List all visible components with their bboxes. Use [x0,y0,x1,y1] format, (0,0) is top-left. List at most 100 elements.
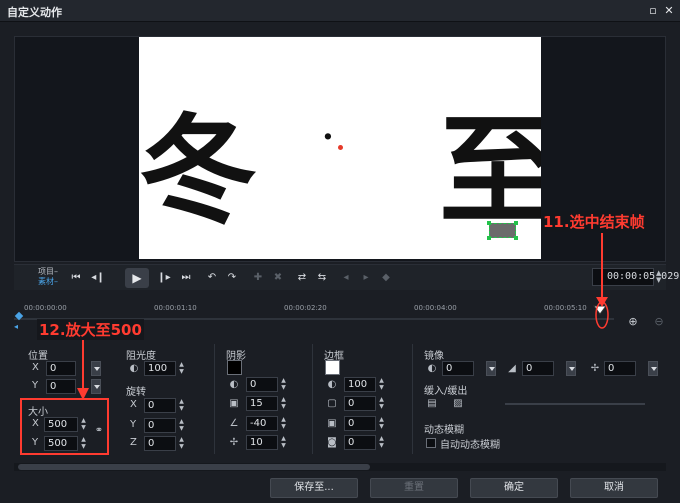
go-end-icon[interactable]: ⏭ [178,271,194,285]
position-x-dropdown[interactable] [91,361,101,376]
opacity-title: 阻光度 [126,351,156,362]
mirror-opacity-input[interactable]: 0 [442,361,474,376]
zoom-in-icon[interactable]: ⊕ [626,315,640,329]
divider [412,344,413,454]
window-title: 自定义动作 [7,6,62,19]
border-width-input[interactable]: 0 [344,396,376,411]
auto-motion-blur-checkbox[interactable] [426,438,436,448]
mode-clip[interactable]: 素材– [38,277,58,287]
position-x-input[interactable]: 0 [46,361,76,376]
mirror-fade-input[interactable]: 0 [522,361,554,376]
next-keyframe-icon[interactable]: ▸ [358,271,374,285]
prev-keyframe-icon[interactable]: ◂ [338,271,354,285]
shadow-angle-spinner[interactable]: ▲ ▼ [279,416,288,431]
remove-keyframe-icon[interactable]: ✖ [270,271,286,285]
border-blur-spinner[interactable]: ▲ ▼ [377,416,386,431]
annotation-size-highlight [20,398,109,455]
go-start-icon[interactable]: ⏮ [68,271,84,285]
opacity-input[interactable]: 100 [144,361,176,376]
mirror-title: 镜像 [424,351,444,362]
ease-in-icon[interactable]: ▤ [426,398,438,410]
next-frame-icon[interactable]: ❙▸ [156,271,172,285]
preview-char-2: · [322,117,334,157]
mode-switch[interactable]: 项目– 素材– [38,267,58,287]
divider [214,344,215,454]
redo-icon[interactable]: ↷ [224,271,240,285]
ease-title: 缓入/缓出 [424,386,468,397]
border-radius-icon: ◙ [327,437,337,448]
border-width-spinner[interactable]: ▲ ▼ [377,396,386,411]
properties-panel: 位置 X 0 Y 0 大小 X 500 ▲ ▼ Y 500 ▲ ▼ ⚭ 阻光度 ◐ … [14,336,666,458]
ruler-tick: 00:00:01:10 [154,304,197,312]
rotation-title: 旋转 [126,387,146,398]
mirror-distance-dropdown[interactable] [648,361,658,376]
scroll-left-icon[interactable]: ◂ [14,322,18,331]
ease-slider[interactable] [505,403,645,405]
keyframe-options-icon[interactable]: ◆ [378,271,394,285]
position-y-label: Y [32,380,39,391]
title-bar: 自定义动作 ▫ ✕ [0,0,680,22]
position-x-label: X [32,362,39,373]
rotation-x-input[interactable]: 0 [144,398,176,413]
opacity-icon: ◐ [129,363,139,374]
zoom-out-icon[interactable]: ⊖ [652,315,666,329]
undo-icon[interactable]: ↶ [204,271,220,285]
position-y-input[interactable]: 0 [46,379,76,394]
add-keyframe-icon[interactable]: ✚ [250,271,266,285]
dialog-footer: 保存至... 重置 确定 取消 [0,476,680,503]
cancel-button[interactable]: 取消 [570,478,658,498]
shadow-angle-icon: ∠ [229,418,239,429]
shadow-opacity-spinner[interactable]: ▲ ▼ [279,377,288,392]
mode-project[interactable]: 项目– [38,267,58,277]
horizontal-scrollbar[interactable] [14,463,666,471]
ruler-tick: 00:00:00:00 [24,304,67,312]
timecode-value: 00:00:05:029 [607,271,680,282]
rotation-x-spinner[interactable]: ▲ ▼ [177,398,186,413]
mirror-opacity-dropdown[interactable] [486,361,496,376]
prev-frame-icon[interactable]: ◂❙ [90,271,106,285]
selection-box[interactable] [487,221,518,240]
mirror-fade-icon: ◢ [508,363,516,374]
shadow-blur-spinner[interactable]: ▲ ▼ [279,396,288,411]
border-radius-spinner[interactable]: ▲ ▼ [377,435,386,450]
border-blur-input[interactable]: 0 [344,416,376,431]
shadow-blur-input[interactable]: 15 [246,396,278,411]
border-color-swatch[interactable] [325,360,340,375]
shadow-distance-icon: ✢ [229,437,239,448]
ease-out-icon[interactable]: ▨ [452,398,464,410]
play-button[interactable]: ▶ [125,268,149,288]
close-icon[interactable]: ✕ [662,4,676,18]
mirror-distance-input[interactable]: 0 [604,361,636,376]
shadow-distance-spinner[interactable]: ▲ ▼ [279,435,288,450]
position-y-dropdown[interactable] [91,379,101,394]
rotation-y-spinner[interactable]: ▲ ▼ [177,418,186,433]
rotation-z-spinner[interactable]: ▲ ▼ [177,436,186,451]
shadow-angle-input[interactable]: -40 [246,416,278,431]
ruler-tick: 00:00:05:10 [544,304,587,312]
preview-canvas[interactable]: 冬 · 至 [139,37,541,259]
border-radius-input[interactable]: 0 [344,435,376,450]
shadow-opacity-input[interactable]: 0 [246,377,278,392]
opacity-spinner[interactable]: ▲ ▼ [177,361,186,376]
border-opacity-input[interactable]: 100 [344,377,376,392]
mirror-opacity-icon: ◐ [427,363,437,374]
ok-button[interactable]: 确定 [470,478,558,498]
rotation-y-input[interactable]: 0 [144,418,176,433]
reverse-keyframes-icon[interactable]: ⇄ [294,271,310,285]
maximize-icon[interactable]: ▫ [646,4,660,18]
reset-button[interactable]: 重置 [370,478,458,498]
shadow-color-swatch[interactable] [227,360,242,375]
rotation-y-label: Y [130,419,137,430]
timecode-spinner[interactable]: ▲ ▼ [656,270,661,284]
rotation-z-input[interactable]: 0 [144,436,176,451]
swap-icon[interactable]: ⇆ [314,271,330,285]
ruler-tick: 00:00:02:20 [284,304,327,312]
shadow-distance-input[interactable]: 10 [246,435,278,450]
mirror-fade-dropdown[interactable] [566,361,576,376]
preview-char-1: 冬 [139,101,258,240]
anchor-point[interactable] [338,145,343,150]
border-opacity-spinner[interactable]: ▲ ▼ [377,377,386,392]
save-to-button[interactable]: 保存至... [270,478,358,498]
border-width-icon: ▢ [327,398,337,409]
scrollbar-thumb[interactable] [18,464,370,470]
